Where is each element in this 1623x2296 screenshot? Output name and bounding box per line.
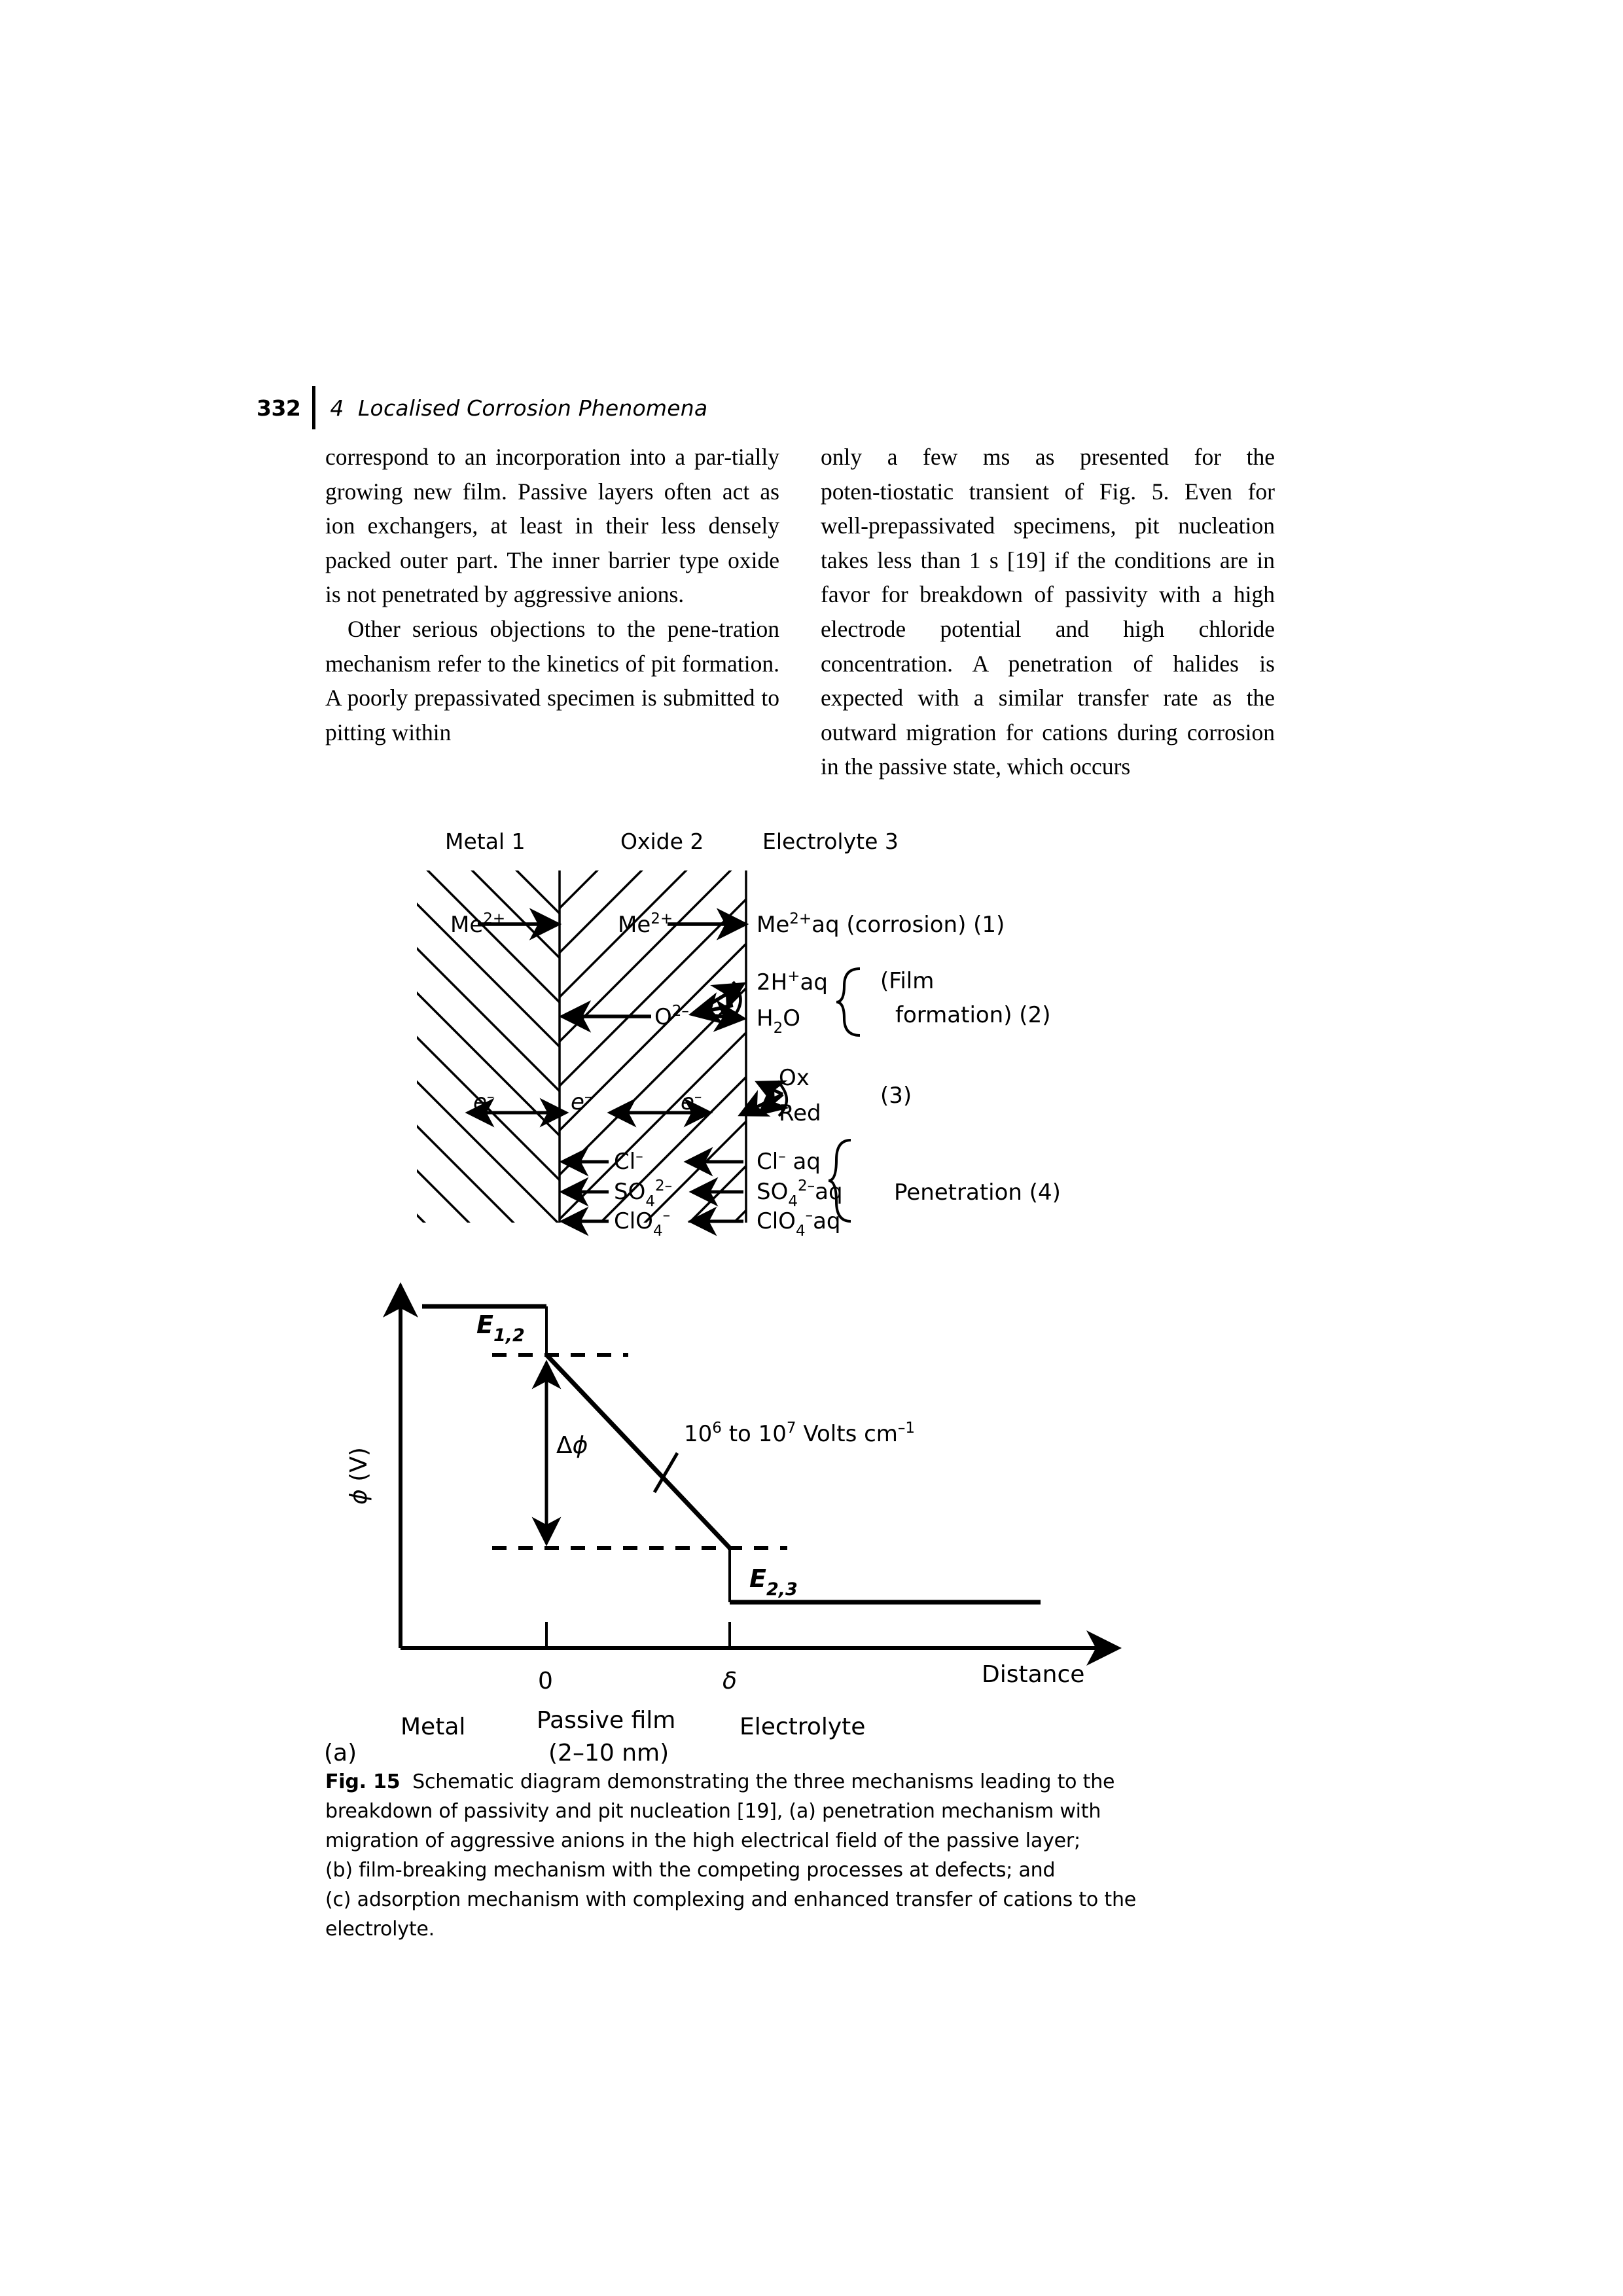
potential-profile-plot: E1,2 E2,3 Δϕ 106 to 107 Volts cm–1 ϕ (V)… [324, 1282, 1122, 1767]
label-me2plus-aq: Me2+aq (corrosion) (1) [757, 910, 1005, 938]
label-red: Red [779, 1100, 821, 1126]
phase-header-electrolyte: Electrolyte 3 [762, 829, 899, 854]
caption-line: migration of aggressive anions in the hi… [325, 1829, 1080, 1852]
caption-line: breakdown of passivity and pit nucleatio… [325, 1800, 1101, 1823]
label-film-formation-2: formation) (2) [895, 1002, 1050, 1028]
body-column-left: correspond to an incorporation into a pa… [325, 440, 779, 749]
panel-label-a: (a) [324, 1740, 357, 1767]
oxide-hatch-region [560, 870, 746, 1223]
metal-hatch-region [417, 870, 560, 1223]
x-tick-label-delta: δ [722, 1668, 737, 1695]
label-perchlorate-aq: ClO4–aq [757, 1207, 841, 1240]
region-label-metal: Metal [401, 1713, 465, 1740]
brace-film-formation [836, 967, 861, 1037]
paragraph: Other serious objections to the pene‑tra… [325, 615, 779, 745]
label-perchlorate-oxide: ClO4– [614, 1207, 670, 1240]
caption-line: (c) adsorption mechanism with complexing… [325, 1888, 1137, 1911]
chapter-title: 4 Localised Corrosion Phenomena [330, 395, 708, 421]
annotation-delta-phi: Δϕ [556, 1432, 588, 1459]
region-labels: Metal Passive film (2–10 nm) Electrolyte… [324, 1707, 865, 1767]
phase-headers: Metal 1 Oxide 2 Electrolyte 3 [445, 829, 899, 854]
caption-line: Schematic diagram demonstrating the thre… [412, 1770, 1115, 1793]
figure-15: Metal 1 Oxide 2 Electrolyte 3 Me2+ Me2+ … [0, 0, 1623, 2296]
label-electron-oxide-right: e– [681, 1088, 702, 1115]
reaction-4-labels: Cl– SO42– ClO4– Cl– aq SO42–aq ClO4–aq P… [614, 1148, 1061, 1240]
label-oxide-ion: O2– [654, 1003, 689, 1030]
y-axis-label: ϕ (V) [346, 1447, 372, 1505]
label-film-formation-1: (Film [880, 968, 934, 994]
label-penetration: Penetration (4) [894, 1179, 1061, 1206]
label-electron-oxide-left: e– [571, 1088, 592, 1115]
reaction-4-arrows [559, 1147, 743, 1236]
region-label-passive-film-thickness: (2–10 nm) [548, 1740, 669, 1767]
label-electron-metal: e– [473, 1088, 494, 1115]
figure-number: Fig. 15 [325, 1770, 401, 1793]
running-head: 332 4 Localised Corrosion Phenomena [257, 385, 707, 431]
caption-line: (b) film-breaking mechanism with the com… [325, 1859, 1056, 1882]
label-reaction-3-number: (3) [880, 1083, 912, 1109]
x-axis-label: Distance [982, 1661, 1084, 1688]
annotation-E23: E2,3 [749, 1564, 798, 1600]
reaction-2-labels: O2– 2H+aq H2O (Film formation) (2) [654, 968, 1050, 1037]
paragraph: only a few ms as presented for the poten… [821, 444, 1275, 780]
label-me2plus-metal: Me2+ [450, 910, 505, 938]
reaction-2-arrows [558, 980, 747, 1033]
field-callout-leader [652, 1452, 679, 1494]
x-tick-label-zero: 0 [538, 1668, 553, 1695]
caption-line: electrolyte. [325, 1918, 435, 1941]
label-sulfate-oxide: SO42– [614, 1177, 672, 1210]
page: 332 4 Localised Corrosion Phenomena corr… [0, 0, 1623, 2296]
body-column-right: only a few ms as presented for the poten… [821, 440, 1275, 784]
label-me2plus-oxide: Me2+ [618, 910, 673, 938]
phase-blocks [417, 870, 747, 1223]
reaction-3-arrows [465, 1080, 790, 1128]
plot-annotations: E1,2 E2,3 Δϕ 106 to 107 Volts cm–1 [476, 1310, 915, 1600]
brace-penetration [828, 1139, 851, 1223]
figure-caption: Fig. 15 Schematic diagram demonstrating … [325, 1767, 1176, 1944]
label-chloride-oxide: Cl– [614, 1148, 643, 1175]
label-sulfate-aq: SO42–aq [757, 1177, 843, 1210]
region-label-passive-film: Passive film [537, 1707, 675, 1734]
label-ox: Ox [779, 1065, 810, 1091]
phase-header-oxide: Oxide 2 [620, 829, 704, 854]
label-h2o: H2O [757, 1005, 800, 1037]
annotation-field-strength: 106 to 107 Volts cm–1 [684, 1420, 915, 1447]
axis-labels: ϕ (V) 0 δ Distance [346, 1447, 1084, 1695]
page-number: 332 [257, 395, 301, 421]
annotation-E12: E1,2 [476, 1310, 525, 1346]
region-label-electrolyte: Electrolyte [740, 1713, 865, 1740]
reaction-3-labels: e– e– e– Ox Red (3) [473, 1065, 912, 1126]
reaction-1-labels: Me2+ Me2+ Me2+aq (corrosion) (1) [450, 910, 1005, 938]
paragraph: correspond to an incorporation into a pa… [325, 444, 779, 608]
curve-film-field-slope [544, 1353, 732, 1550]
phase-header-metal: Metal 1 [445, 829, 526, 854]
label-chloride-aq: Cl– aq [757, 1148, 821, 1175]
runhead-divider [312, 386, 316, 429]
label-2h-aq: 2H+aq [757, 968, 828, 996]
